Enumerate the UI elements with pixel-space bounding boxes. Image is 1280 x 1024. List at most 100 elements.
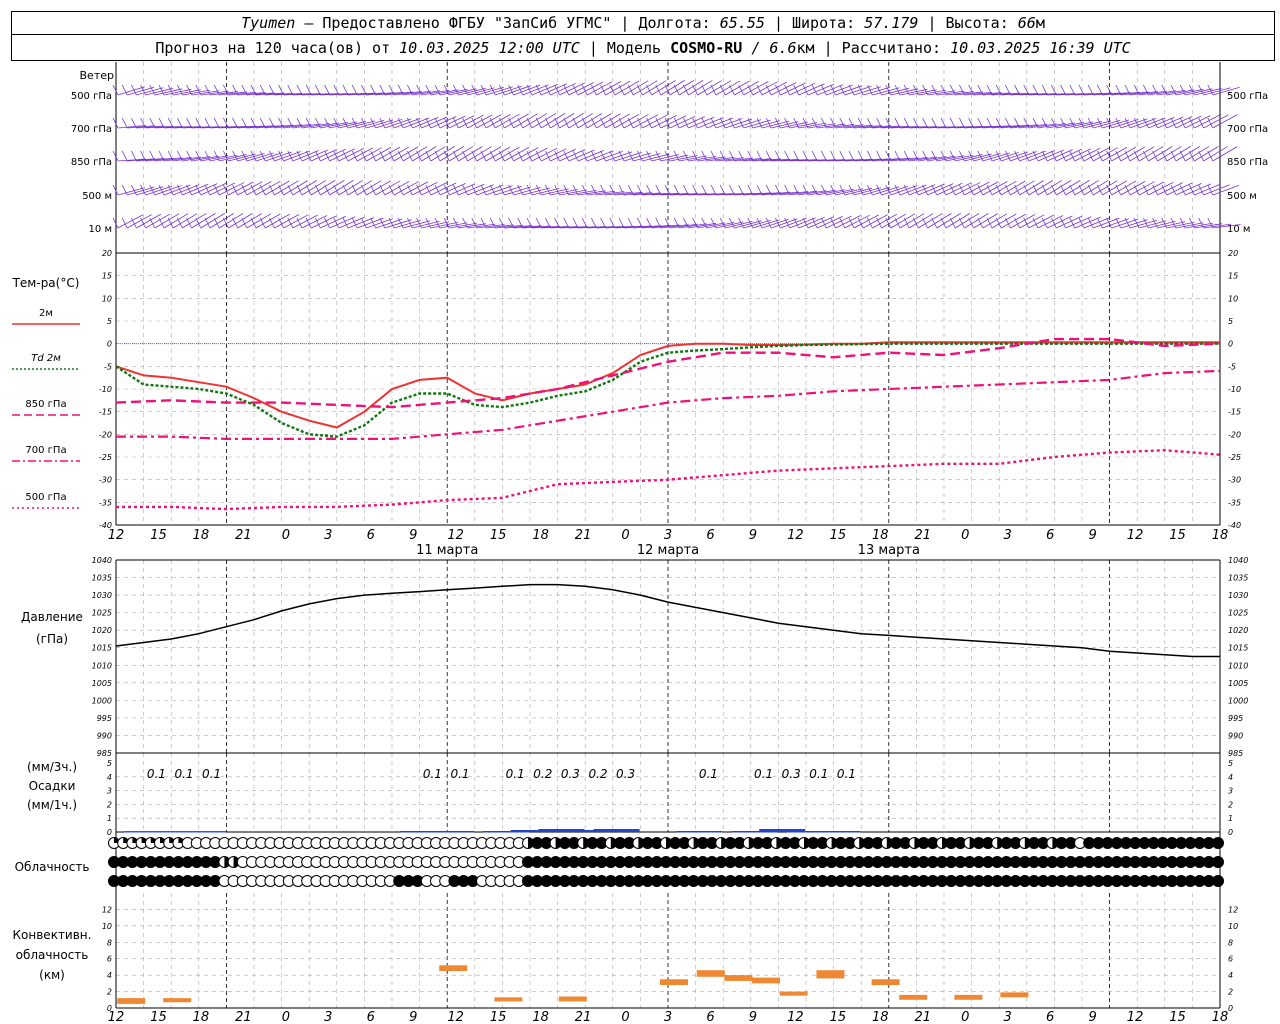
y-tick-label: 995 [1228,714,1243,723]
wind-barb [329,180,354,196]
wind-barb-feather [121,217,128,229]
y-tick-label: 0 [1228,340,1233,349]
wind-level-label-right: 700 гПа [1227,124,1268,135]
y-tick-label: 1010 [92,661,112,670]
convective-cloud-bar [816,970,845,979]
convective-cloud-bar [696,970,725,977]
wind-barb-feather [922,150,928,162]
convective-title-1: Конвективн. [13,928,92,942]
wind-barb-feather [121,117,128,129]
x-tick-label: 18 [1212,528,1229,543]
wind-title: Ветер [80,69,114,82]
wind-barb-feather [186,184,192,196]
x-tick-label: 3 [324,528,332,543]
y-tick-label: 4 [107,971,112,980]
y-tick-label: 4 [1228,971,1233,980]
precip-label: 0.1 [754,767,773,781]
convective-cloud-bar [439,965,468,972]
wind-level-label: 500 м [82,191,112,202]
wind-barb-feather [195,184,202,196]
wind-barb [439,146,465,162]
y-tick-label: -5 [104,362,112,371]
y-tick-label: 15 [1228,272,1238,281]
wind-barb [366,180,391,196]
legend-label: 500 гПа [25,492,66,503]
y-tick-label: 20 [102,249,112,258]
y-tick-label: 3 [1228,787,1233,796]
wind-barb-feather [213,84,220,96]
y-tick-label: 1035 [1228,574,1248,583]
wind-barb-feather [186,150,192,162]
y-tick-label: 12 [1228,905,1238,914]
wind-barb [228,213,253,229]
precip-title: Осадки [29,779,76,793]
wind-barb-feather [453,184,459,196]
x-tick-label: 18 [193,1010,210,1024]
x-tick-label: 3 [1004,528,1012,543]
wind-barb-feather [462,184,468,196]
precip-label: 0.3 [561,767,580,781]
convective-cloud-bar [954,994,983,1000]
wind-barb-feather [351,217,358,229]
precip-label: 0.3 [616,767,635,781]
wind-barb [688,80,713,96]
wind-barb [458,146,483,162]
convective-cloud-bar [163,998,192,1003]
wind-barb [596,113,621,129]
wind-barb [586,113,612,129]
wind-barb [945,213,971,229]
wind-barb-feather [1032,150,1039,162]
y-tick-label: 1040 [92,556,112,565]
wind-barb [209,213,235,229]
day-label: 12 марта [637,543,699,558]
y-tick-label: 1005 [92,679,112,688]
x-tick-label: 21 [235,1010,252,1024]
y-tick-label: 4 [1228,773,1233,782]
x-tick-label: 21 [575,1010,592,1024]
wind-barb-feather [940,84,947,96]
y-tick-label: 2 [1228,988,1233,997]
y-tick-label: 1000 [92,696,112,705]
wind-barb-feather [1060,150,1066,162]
wind-barb-feather [710,150,717,162]
wind-barb [954,213,980,229]
x-tick-label: 21 [235,528,252,543]
precip-bar [676,831,723,833]
x-tick-label: 18 [532,528,549,543]
x-tick-label: 3 [1004,1010,1012,1024]
y-tick-label: 1020 [92,626,112,635]
y-tick-label: 6 [107,955,112,964]
x-tick-label: 21 [575,528,592,543]
precip-bar [179,831,226,833]
y-tick-label: 1000 [1228,696,1248,705]
wind-level-label-right: 500 м [1227,191,1257,202]
wind-level-label: 500 гПа [71,91,112,102]
convective-cloud-bar [494,997,523,1002]
wind-barb [550,113,575,129]
wind-barb [218,213,244,229]
wind-barb-feather [1189,184,1195,196]
wind-barb-feather [949,84,956,96]
wind-level-label-right: 500 гПа [1227,91,1268,102]
wind-barb [715,80,741,96]
y-tick-label: 1015 [1228,644,1248,653]
y-tick-label: 2 [107,800,112,809]
y-tick-label: 0 [107,340,112,349]
x-tick-label: 3 [664,1010,672,1024]
y-tick-label: 10 [1228,922,1238,931]
precip-label: 0.1 [809,767,828,781]
wind-barb-feather [342,217,349,229]
y-tick-label: 1030 [1228,591,1248,600]
wind-barb-feather [581,150,588,162]
x-tick-label: 9 [749,1010,757,1024]
wind-barb [568,113,593,129]
x-tick-label: 9 [1088,1010,1096,1024]
y-tick-label: 4 [107,773,112,782]
y-tick-label: 1040 [1228,556,1248,565]
x-tick-label: 12 [108,528,125,543]
y-tick-label: 6 [1228,955,1233,964]
y-tick-label: -20 [99,430,112,439]
y-tick-label: 5 [1228,759,1233,768]
cloud-symbol [1212,837,1224,849]
y-tick-label: -40 [1228,521,1241,530]
